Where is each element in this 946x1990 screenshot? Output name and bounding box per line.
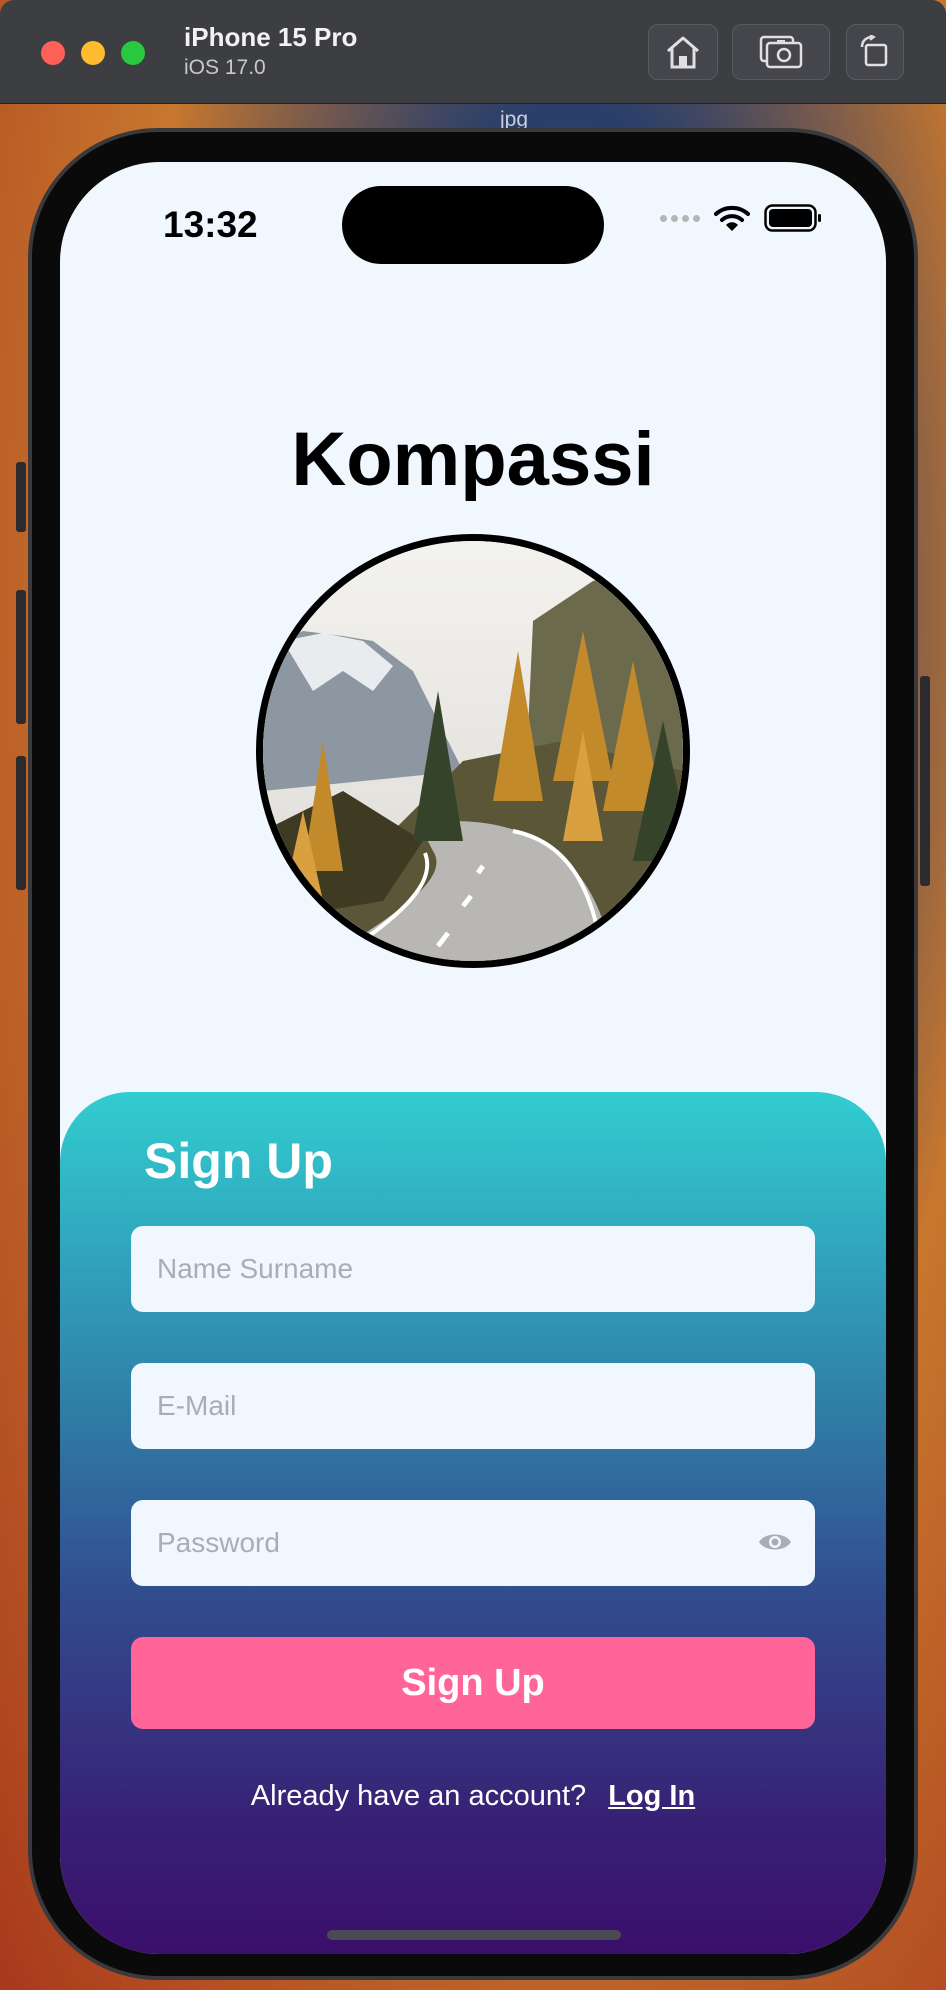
status-icons (660, 204, 822, 232)
volume-up-button[interactable] (16, 590, 26, 724)
rotate-icon (860, 35, 888, 67)
phone-screen: 13:32 Kompassi Sign Up Name Surname E-Ma… (60, 162, 886, 1954)
password-placeholder: Password (157, 1527, 280, 1558)
wifi-icon (714, 205, 750, 231)
action-button[interactable] (16, 462, 26, 532)
hero-image (256, 534, 690, 968)
rotate-button[interactable] (846, 24, 904, 80)
signup-button[interactable]: Sign Up (131, 1637, 815, 1729)
signup-card: Sign Up Name Surname E-Mail Password Sig… (60, 1092, 886, 1954)
name-placeholder: Name Surname (157, 1253, 354, 1284)
password-field[interactable]: Password (131, 1500, 815, 1586)
email-placeholder: E-Mail (157, 1390, 237, 1421)
name-field[interactable]: Name Surname (131, 1226, 815, 1312)
device-name: iPhone 15 Pro (184, 22, 358, 52)
login-prompt-text: Already have an account? (250, 1780, 587, 1812)
home-indicator[interactable] (327, 1930, 621, 1940)
login-link[interactable]: Log In (608, 1780, 695, 1812)
simulator-toolbar: iPhone 15 Pro iOS 17.0 (0, 0, 946, 104)
volume-down-button[interactable] (16, 756, 26, 890)
screenshot-icon (759, 35, 803, 69)
battery-icon (764, 204, 821, 232)
home-icon (667, 36, 699, 69)
status-time: 13:32 (163, 204, 258, 245)
signup-heading: Sign Up (144, 1133, 333, 1189)
dynamic-island (342, 186, 604, 264)
power-button[interactable] (920, 676, 930, 886)
app-title: Kompassi (291, 417, 655, 502)
signal-icon (660, 214, 700, 222)
home-button[interactable] (648, 24, 718, 80)
close-window-button[interactable] (41, 41, 65, 65)
show-password-eye-icon[interactable] (757, 1528, 793, 1556)
zoom-window-button[interactable] (121, 41, 145, 65)
login-prompt: Already have an account? Log In (60, 1780, 886, 1813)
minimize-window-button[interactable] (81, 41, 105, 65)
email-field[interactable]: E-Mail (131, 1363, 815, 1449)
device-os-version: iOS 17.0 (184, 56, 266, 79)
screenshot-button[interactable] (732, 24, 830, 80)
